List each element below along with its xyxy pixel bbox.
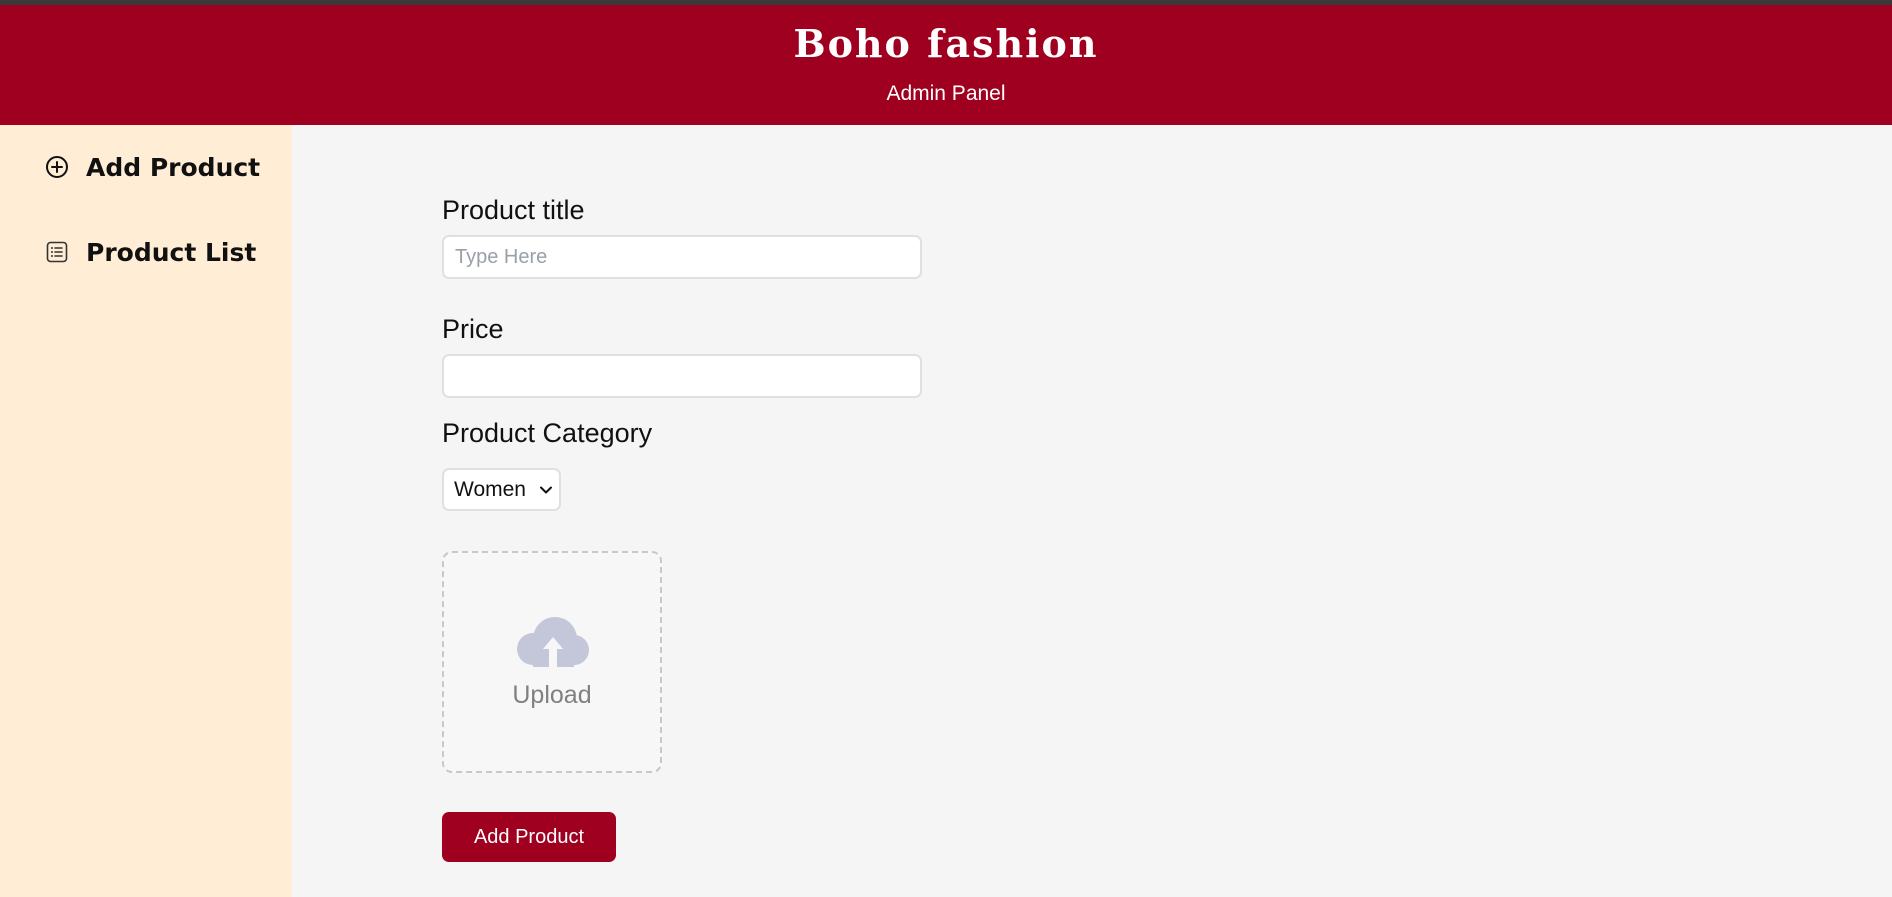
sidebar: Add Product Product List [0, 125, 292, 897]
sidebar-item-label: Product List [86, 237, 257, 267]
category-selected-value: Women [454, 477, 526, 501]
app-header: Boho fashion Admin Panel [0, 5, 1892, 125]
add-product-button[interactable]: Add Product [442, 812, 616, 862]
header-subtitle: Admin Panel [886, 82, 1006, 105]
product-category-label: Product Category [442, 418, 653, 448]
brand-title: Boho fashion [793, 21, 1099, 66]
price-input[interactable] [442, 354, 922, 398]
plus-circle-icon [44, 154, 70, 180]
product-title-input[interactable] [442, 235, 922, 279]
sidebar-item-add-product[interactable]: Add Product [44, 147, 260, 187]
product-title-label: Product title [442, 195, 585, 225]
sidebar-item-product-list[interactable]: Product List [44, 232, 256, 272]
price-label: Price [442, 314, 504, 344]
sidebar-item-label: Add Product [86, 152, 261, 182]
chevron-down-icon [540, 486, 552, 494]
category-select[interactable]: Women [442, 468, 561, 511]
upload-label: Upload [512, 681, 592, 709]
cloud-upload-icon [517, 617, 589, 667]
list-icon [44, 239, 70, 265]
main-content: Product title Price Product Category Wom… [292, 125, 1892, 897]
image-upload-area[interactable]: Upload [442, 551, 662, 773]
